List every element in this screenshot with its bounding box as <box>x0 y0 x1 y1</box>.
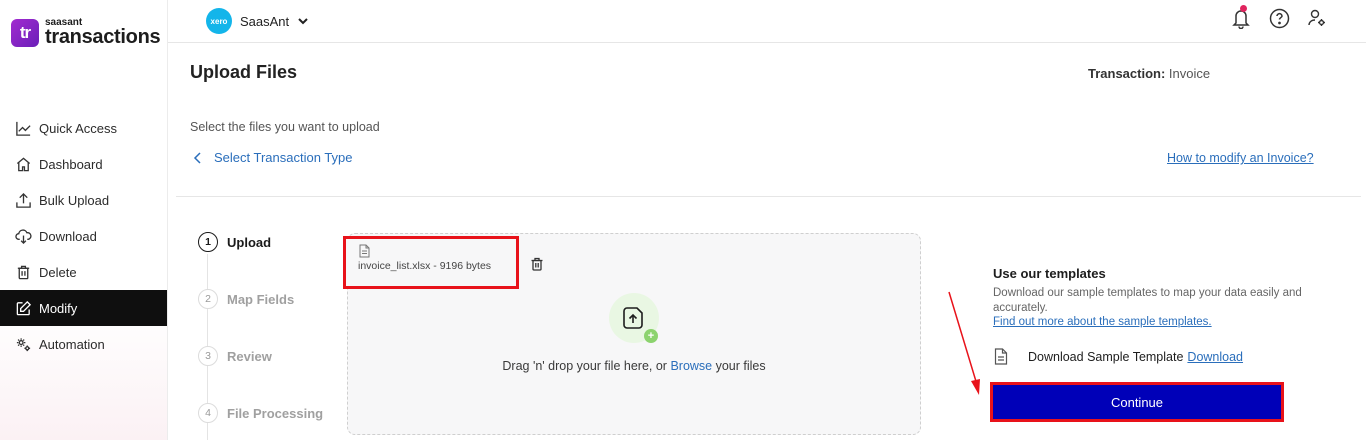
sidebar-item-label: Quick Access <box>39 120 118 136</box>
step-number: 4 <box>198 403 218 423</box>
chevron-left-icon <box>193 151 201 164</box>
sidebar-nav: Quick Access Dashboard Bulk Upload Downl… <box>0 110 167 362</box>
sidebar-item-quick-access[interactable]: Quick Access <box>0 110 167 146</box>
transaction-value: Invoice <box>1168 66 1211 81</box>
step-label: Map Fields <box>227 291 295 307</box>
sidebar-item-label: Bulk Upload <box>39 192 110 208</box>
transaction-label: Transaction: <box>1088 66 1166 81</box>
templates-description: Download our sample templates to map you… <box>993 287 1302 314</box>
sidebar-item-dashboard[interactable]: Dashboard <box>0 146 167 182</box>
logo-product: transactions <box>45 26 161 48</box>
browse-files-link[interactable]: Browse <box>670 359 712 373</box>
chart-line-icon <box>14 119 32 137</box>
sidebar-item-label: Dashboard <box>39 156 103 172</box>
step-label: Review <box>227 348 272 364</box>
sidebar-item-download[interactable]: Download <box>0 218 167 254</box>
step-number: 3 <box>198 346 218 366</box>
annotation-arrow <box>948 291 980 395</box>
step-label: File Processing <box>227 405 324 421</box>
sidebar-item-label: Delete <box>39 264 77 280</box>
cloud-download-icon <box>14 227 32 245</box>
gears-icon <box>14 335 32 353</box>
help-icon <box>1269 8 1289 28</box>
plus-icon: + <box>644 329 658 343</box>
home-icon <box>14 155 32 173</box>
upload-instructions: Select the files you want to upload <box>190 120 380 134</box>
step-file-processing: 4 File Processing <box>198 403 323 423</box>
org-name: SaasAnt <box>240 13 290 29</box>
step-review: 3 Review <box>198 346 272 366</box>
drop-instructions: Drag 'n' drop your file here, or Browse … <box>347 359 921 373</box>
edit-icon <box>14 299 32 317</box>
drop-text-before: Drag 'n' drop your file here, or <box>502 359 671 373</box>
sidebar-item-modify[interactable]: Modify <box>0 290 167 326</box>
app-logo[interactable]: tr saasant transactions <box>11 18 161 48</box>
continue-button[interactable]: Continue <box>990 382 1284 422</box>
sidebar: tr saasant transactions Quick Access Das… <box>0 0 168 440</box>
download-template-link[interactable]: Download <box>1187 350 1243 364</box>
xero-logo: xero <box>206 8 232 34</box>
help-button[interactable] <box>1268 7 1290 29</box>
sidebar-item-bulk-upload[interactable]: Bulk Upload <box>0 182 167 218</box>
sidebar-item-label: Download <box>39 228 97 244</box>
uploaded-file-name: invoice_list.xlsx - 9196 bytes <box>358 260 492 272</box>
document-icon <box>994 348 1008 365</box>
uploaded-file-item: invoice_list.xlsx - 9196 bytes <box>343 236 519 289</box>
step-number: 2 <box>198 289 218 309</box>
notification-dot <box>1240 5 1247 12</box>
transaction-type-indicator: Transaction: Invoice <box>1088 66 1210 81</box>
upload-icon <box>14 191 32 209</box>
sidebar-item-automation[interactable]: Automation <box>0 326 167 362</box>
org-switcher[interactable]: xero SaasAnt <box>206 8 309 34</box>
user-settings-icon <box>1308 9 1325 26</box>
step-upload: 1 Upload <box>198 232 271 252</box>
divider <box>176 196 1361 197</box>
select-transaction-type-link[interactable]: Select Transaction Type <box>192 150 353 165</box>
step-label: Upload <box>227 234 272 250</box>
sidebar-item-delete[interactable]: Delete <box>0 254 167 290</box>
sidebar-item-label: Modify <box>39 300 78 316</box>
sidebar-item-label: Automation <box>39 336 105 352</box>
templates-title: Use our templates <box>993 266 1106 281</box>
step-map-fields: 2 Map Fields <box>198 289 294 309</box>
sample-templates-info-link[interactable]: Find out more about the sample templates… <box>993 316 1212 328</box>
trash-icon <box>14 263 32 281</box>
delete-file-icon[interactable] <box>530 257 544 271</box>
sample-template-label: Download Sample Template <box>1028 349 1184 364</box>
drop-text-after: your files <box>712 359 766 373</box>
chevron-down-icon <box>298 18 308 25</box>
back-link-label: Select Transaction Type <box>214 150 353 165</box>
download-sample-template-row: Download Sample Template Download <box>994 348 1243 365</box>
top-bar: xero SaasAnt <box>168 0 1366 43</box>
user-settings-button[interactable] <box>1306 7 1328 29</box>
notifications-button[interactable] <box>1230 5 1252 29</box>
how-to-modify-link[interactable]: How to modify an Invoice? <box>1167 151 1314 165</box>
document-icon <box>359 244 370 258</box>
step-number: 1 <box>198 232 218 252</box>
logo-mark: tr <box>11 18 39 47</box>
page-title: Upload Files <box>190 62 298 82</box>
